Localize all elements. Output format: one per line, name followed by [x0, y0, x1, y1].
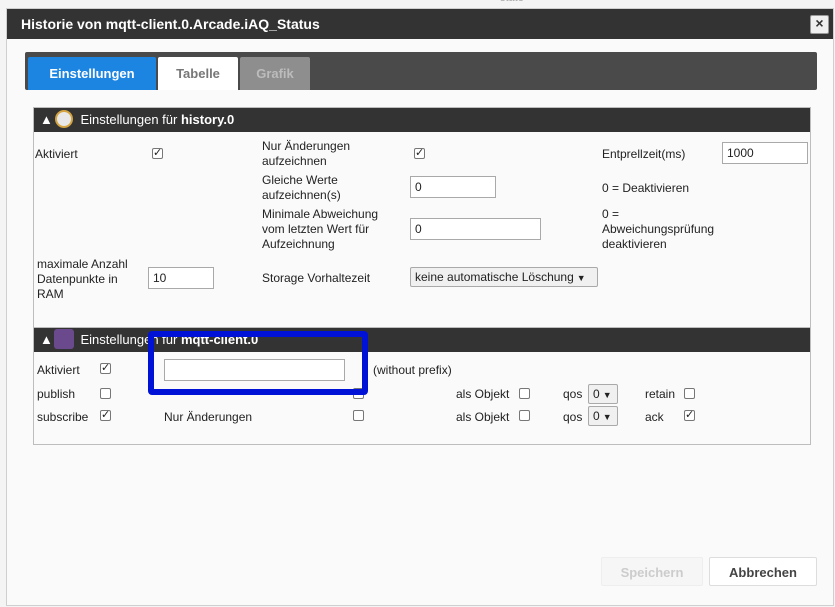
history-aktiviert-checkbox[interactable] [152, 146, 163, 159]
min-abweichung-label: Minimale Abweichung vom letzten Wert für… [262, 207, 379, 251]
entprellzeit-label: Entprellzeit(ms) [602, 147, 686, 161]
collapse-arrow-icon[interactable]: ▲ [40, 112, 53, 127]
mqtt-aktiviert-label: Aktiviert [37, 363, 80, 377]
nur-aenderungen-checkbox[interactable] [414, 146, 425, 159]
subscribe-qos-select[interactable]: 0 ▼ [588, 406, 618, 426]
mqtt-aktiviert-checkbox[interactable] [100, 361, 111, 374]
nur-aenderungen-label: Nur Änderungen aufzeichnen [262, 139, 351, 168]
ack-label: ack [645, 410, 664, 424]
entprellzeit-input[interactable]: 1000 [722, 142, 808, 164]
publish-label: publish [37, 387, 76, 401]
publish-object-label: als Objekt [456, 387, 510, 401]
history-panel-header[interactable]: ▲ Einstellungen für history.0 [34, 108, 810, 132]
publish-checkbox[interactable] [100, 388, 111, 399]
subscribe-changes-label: Nur Änderungen [164, 410, 253, 424]
publish-qos-label: qos [563, 387, 583, 401]
ack-checkbox[interactable] [684, 408, 695, 421]
tab-bar: Einstellungen Tabelle Grafik [25, 52, 817, 90]
publish-qos-value: 0 [593, 387, 600, 401]
mqtt-adapter-icon [54, 329, 74, 349]
storage-label: Storage Vorhaltezeit [262, 271, 371, 285]
subscribe-object-label: als Objekt [456, 410, 510, 424]
storage-select[interactable]: keine automatische Löschung ▼ [410, 267, 598, 287]
min-abweichung-input[interactable]: 0 [410, 218, 541, 240]
publish-qos-select[interactable]: 0 ▼ [588, 384, 618, 404]
tab-tabelle[interactable]: Tabelle [158, 57, 238, 90]
collapse-arrow-icon[interactable]: ▲ [40, 332, 53, 347]
dialog-title: Historie von mqtt-client.0.Arcade.iAQ_St… [21, 16, 320, 32]
dropdown-arrow-icon: ▼ [602, 412, 612, 422]
min-abweichung-hint: 0 = Abweichungsprüfung deaktivieren [602, 207, 715, 251]
close-button[interactable]: × [810, 15, 829, 34]
subscribe-changes-checkbox[interactable] [353, 410, 364, 421]
gleiche-werte-label: Gleiche Werte aufzeichnen(s) [262, 173, 341, 202]
subscribe-qos-value: 0 [593, 409, 600, 423]
retain-label: retain [645, 387, 676, 401]
storage-select-value: keine automatische Löschung [415, 270, 574, 284]
subscribe-label: subscribe [37, 410, 89, 424]
history-dialog: Historie von mqtt-client.0.Arcade.iAQ_St… [6, 8, 834, 606]
gleiche-werte-hint: 0 = Deaktivieren [602, 181, 690, 195]
subscribe-qos-label: qos [563, 410, 583, 424]
cancel-button[interactable]: Abbrechen [709, 557, 817, 586]
tab-grafik[interactable]: Grafik [240, 57, 310, 90]
max-datenpunkte-input[interactable]: 10 [148, 267, 214, 289]
history-header-prefix: Einstellungen für [80, 112, 178, 127]
highlight-annotation-box [148, 331, 368, 395]
tab-einstellungen[interactable]: Einstellungen [28, 57, 156, 90]
topic-hint: (without prefix) [373, 363, 452, 377]
subscribe-object-checkbox[interactable] [519, 410, 530, 421]
dropdown-arrow-icon: ▼ [576, 273, 586, 283]
retain-checkbox[interactable] [684, 388, 695, 399]
max-datenpunkte-label: maximale Anzahl Datenpunkte in RAM [37, 257, 128, 301]
subscribe-checkbox[interactable] [100, 408, 111, 421]
history-adapter-icon [55, 110, 73, 128]
background-text: state [500, 0, 524, 4]
publish-object-checkbox[interactable] [519, 388, 530, 399]
gleiche-werte-input[interactable]: 0 [410, 176, 496, 198]
history-header-instance: history.0 [180, 112, 235, 127]
dropdown-arrow-icon: ▼ [602, 390, 612, 400]
history-aktiviert-label: Aktiviert [35, 147, 78, 161]
save-button[interactable]: Speichern [601, 557, 703, 586]
dialog-titlebar: Historie von mqtt-client.0.Arcade.iAQ_St… [7, 9, 833, 39]
